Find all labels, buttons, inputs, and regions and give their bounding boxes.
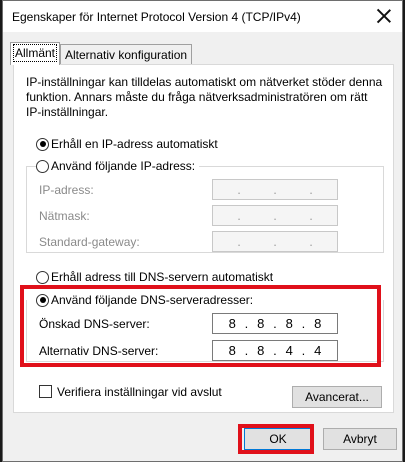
gateway-dot: . (237, 234, 241, 249)
preferred-dns-octet: 8 (285, 316, 293, 331)
netmask-input: . . . (212, 205, 338, 226)
close-icon[interactable] (375, 7, 393, 25)
group-line (190, 166, 384, 167)
ip-address-dot: . (273, 182, 277, 197)
netmask-dot: . (273, 208, 277, 223)
window-title: Egenskaper för Internet Protocol Version… (12, 10, 301, 24)
netmask-label: Nätmask: (39, 209, 90, 223)
group-line (26, 166, 36, 167)
ip-auto-radio[interactable] (36, 137, 49, 151)
dns-manual-radio[interactable] (36, 293, 49, 307)
ip-manual-option[interactable]: Använd följande IP-adress: (36, 159, 200, 173)
dns-auto-radio[interactable] (36, 270, 49, 284)
validate-label: Verifiera inställningar vid avslut (57, 385, 222, 399)
ok-button[interactable]: OK (244, 428, 312, 450)
ip-auto-label: Erhåll en IP-adress automatiskt (51, 137, 218, 151)
tab-alternate-configuration-label: Alternativ konfiguration (65, 48, 188, 62)
netmask-dot: . (309, 208, 313, 223)
description-text: IP-inställningar kan tilldelas automatis… (26, 75, 383, 119)
general-panel: IP-inställningar kan tilldelas automatis… (13, 64, 394, 413)
gateway-input: . . . (212, 231, 338, 252)
gateway-dot: . (309, 234, 313, 249)
preferred-dns-octet: 8 (228, 316, 236, 331)
dns-manual-label: Använd följande DNS-serveradresser: (51, 293, 254, 307)
ip-manual-radio[interactable] (36, 159, 49, 173)
dialog-window: Egenskaper för Internet Protocol Version… (2, 0, 403, 462)
title-bar: Egenskaper för Internet Protocol Version… (3, 1, 402, 32)
alternate-dns-input[interactable]: 8. 8. 4. 4 (212, 340, 338, 361)
ip-address-dot: . (309, 182, 313, 197)
validate-checkbox[interactable] (39, 385, 52, 398)
alternate-dns-octet: 4 (314, 343, 322, 358)
cancel-button[interactable]: Avbryt (323, 428, 397, 450)
netmask-dot: . (237, 208, 241, 223)
alternate-dns-label: Alternativ DNS-server: (39, 344, 159, 358)
tab-general[interactable]: Allmänt (10, 42, 61, 65)
preferred-dns-label: Önskad DNS-server: (39, 317, 150, 331)
preferred-dns-input[interactable]: 8. 8. 8. 8 (212, 313, 338, 334)
advanced-button[interactable]: Avancerat... (292, 386, 382, 408)
tab-alternate-configuration[interactable]: Alternativ konfiguration (60, 44, 193, 64)
tab-general-label: Allmänt (12, 44, 58, 62)
gateway-label: Standard-gateway: (39, 235, 140, 249)
ip-address-dot: . (237, 182, 241, 197)
alternate-dns-octet: 8 (228, 343, 236, 358)
gateway-dot: . (273, 234, 277, 249)
preferred-dns-octet: 8 (257, 316, 265, 331)
dns-auto-label: Erhåll adress till DNS-servern automatis… (51, 270, 274, 284)
ip-manual-label: Använd följande IP-adress: (51, 159, 196, 173)
alternate-dns-octet: 8 (257, 343, 265, 358)
dns-auto-option[interactable]: Erhåll adress till DNS-servern automatis… (36, 270, 273, 284)
preferred-dns-octet: 8 (314, 316, 322, 331)
ip-auto-option[interactable]: Erhåll en IP-adress automatiskt (36, 137, 218, 151)
ip-address-input: . . . (212, 179, 338, 200)
alternate-dns-octet: 4 (285, 343, 293, 358)
ip-address-label: IP-adress: (39, 183, 94, 197)
dns-manual-option[interactable]: Använd följande DNS-serveradresser: (36, 293, 258, 307)
